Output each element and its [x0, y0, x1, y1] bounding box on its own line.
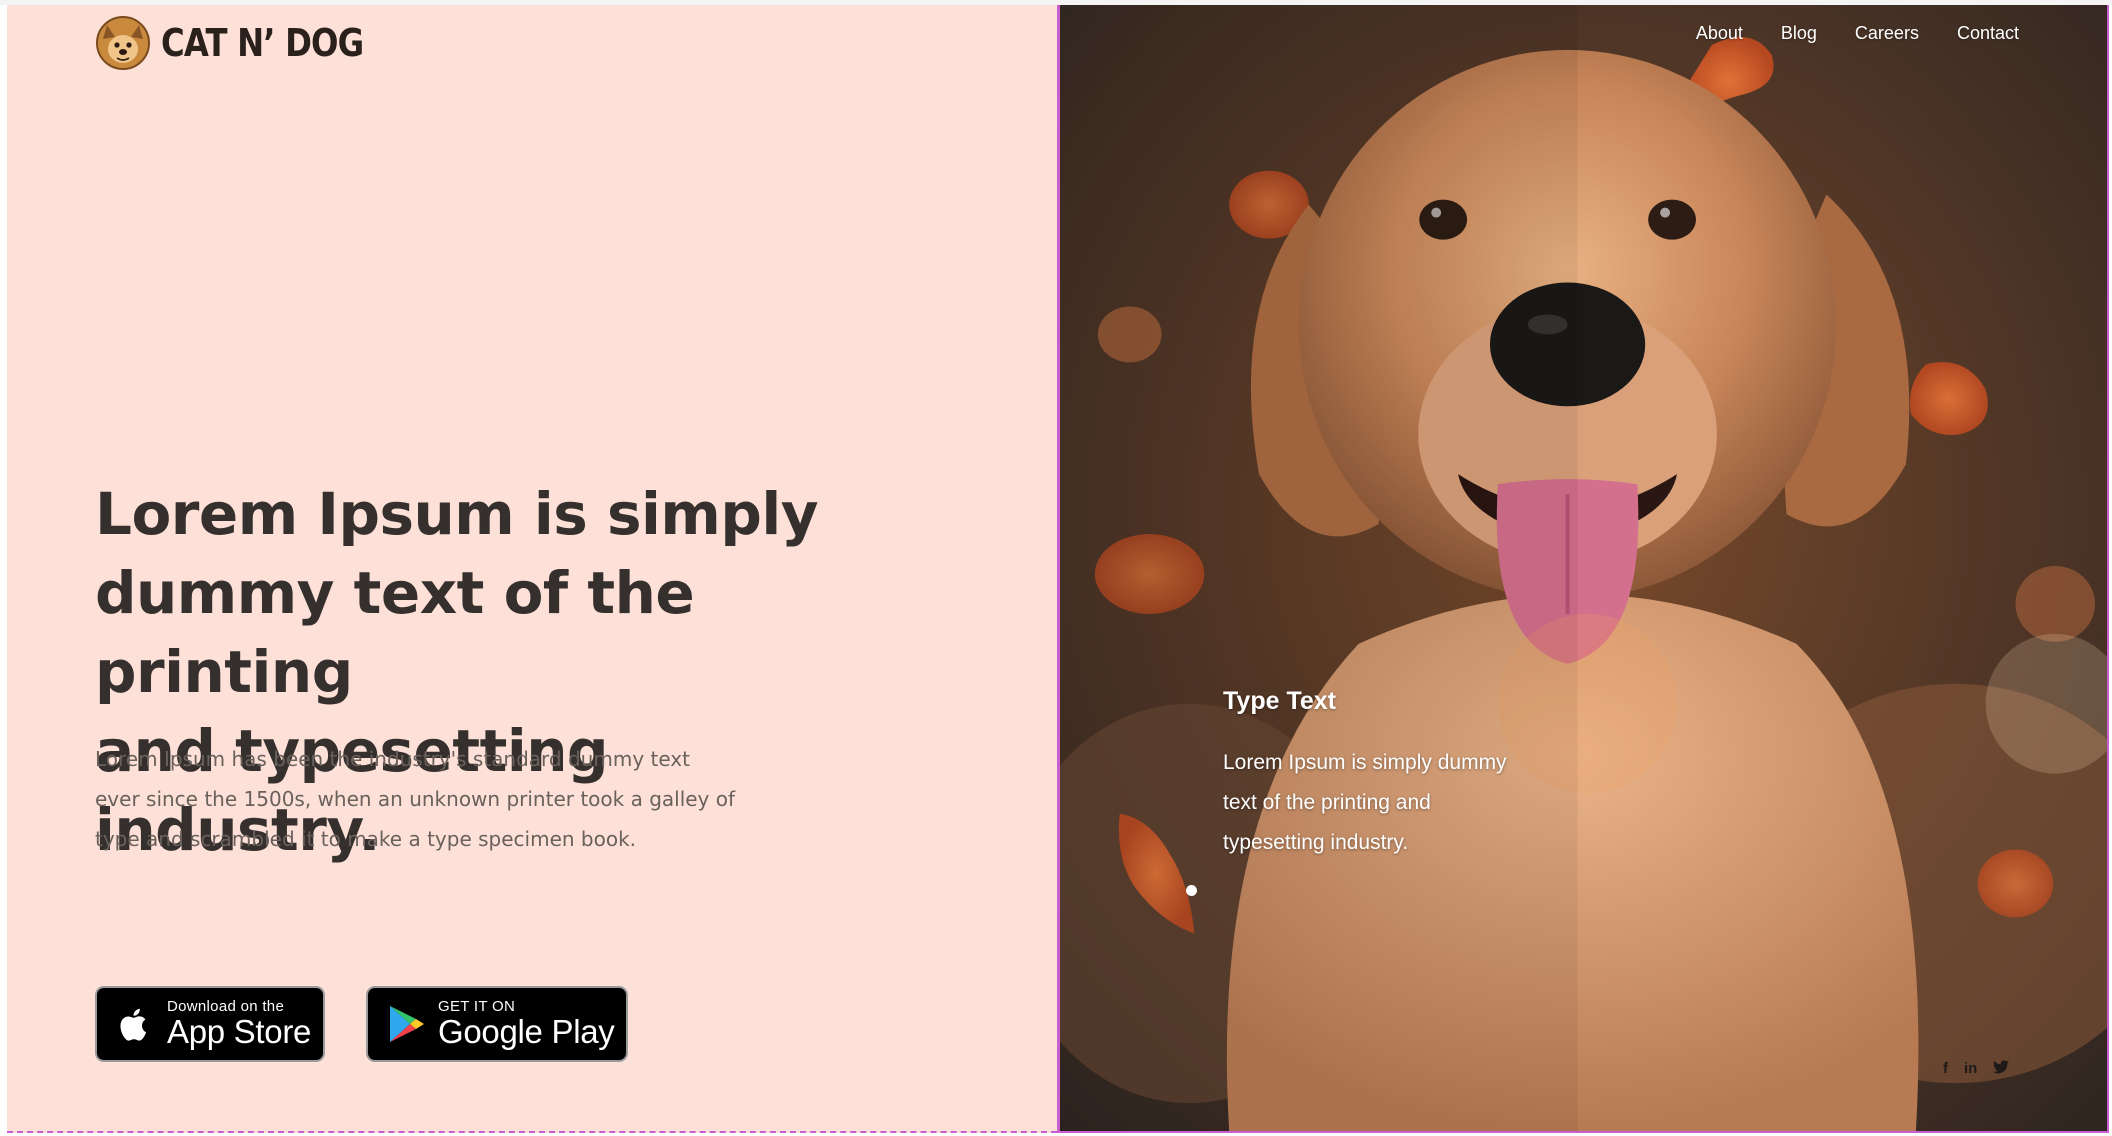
nav-link-careers[interactable]: Careers: [1855, 23, 1919, 44]
app-store-text: Download on the App Store: [167, 999, 311, 1050]
slide-indicator-dot[interactable]: [1186, 885, 1197, 896]
nav-link-blog[interactable]: Blog: [1781, 23, 1817, 44]
headline-line: dummy text of the printing: [95, 559, 695, 706]
google-play-text: GET IT ON Google Play: [438, 997, 615, 1050]
app-store-small-label: Download on the: [167, 997, 285, 1015]
slide-description-line: text of the printing and: [1223, 791, 1431, 814]
brand-logo[interactable]: CAT N’ DOG: [95, 15, 399, 71]
brand-name: CAT N’ DOG: [161, 21, 364, 65]
top-navigation: About Blog Careers Contact: [1696, 23, 2019, 44]
nav-link-contact[interactable]: Contact: [1957, 23, 2019, 44]
headline-line: Lorem Ipsum is simply: [95, 480, 819, 548]
linkedin-icon[interactable]: in: [1964, 1060, 1977, 1078]
description-line: type and scrambled it to make a type spe…: [95, 827, 637, 851]
hero-description: Lorem Ipsum has been the industry's stan…: [95, 739, 815, 859]
description-line: Lorem Ipsum has been the industry's stan…: [95, 747, 690, 771]
google-play-small-label: GET IT ON: [438, 997, 516, 1015]
hero-left-panel: CAT N’ DOG Lorem Ipsum is simply dummy t…: [7, 5, 1057, 1133]
social-links: f in: [1943, 1060, 2010, 1078]
slide-description: Lorem Ipsum is simply dummy text of the …: [1223, 743, 1563, 863]
slide-description-line: Lorem Ipsum is simply dummy: [1223, 751, 1507, 774]
slide-title: Type Text: [1223, 687, 1336, 715]
app-store-label: App Store: [167, 1012, 312, 1050]
slide-description-line: typesetting industry.: [1223, 831, 1409, 854]
twitter-icon[interactable]: [1993, 1060, 2010, 1078]
description-line: ever since the 1500s, when an unknown pr…: [95, 787, 736, 811]
golden-retriever-photo: [1060, 5, 2107, 1131]
hero-image-panel: About Blog Careers Contact Type Text Lor…: [1057, 5, 2109, 1133]
google-play-label: Google Play: [438, 1012, 615, 1050]
facebook-icon[interactable]: f: [1943, 1060, 1948, 1078]
nav-link-about[interactable]: About: [1696, 23, 1743, 44]
app-store-button[interactable]: Download on the App Store: [95, 986, 325, 1062]
apple-icon: [120, 1008, 147, 1041]
cat-dog-logo-icon: [96, 16, 150, 70]
google-play-icon: [390, 1006, 424, 1042]
twitter-bird-glyph: [1993, 1060, 2010, 1074]
google-play-button[interactable]: GET IT ON Google Play: [366, 986, 628, 1062]
